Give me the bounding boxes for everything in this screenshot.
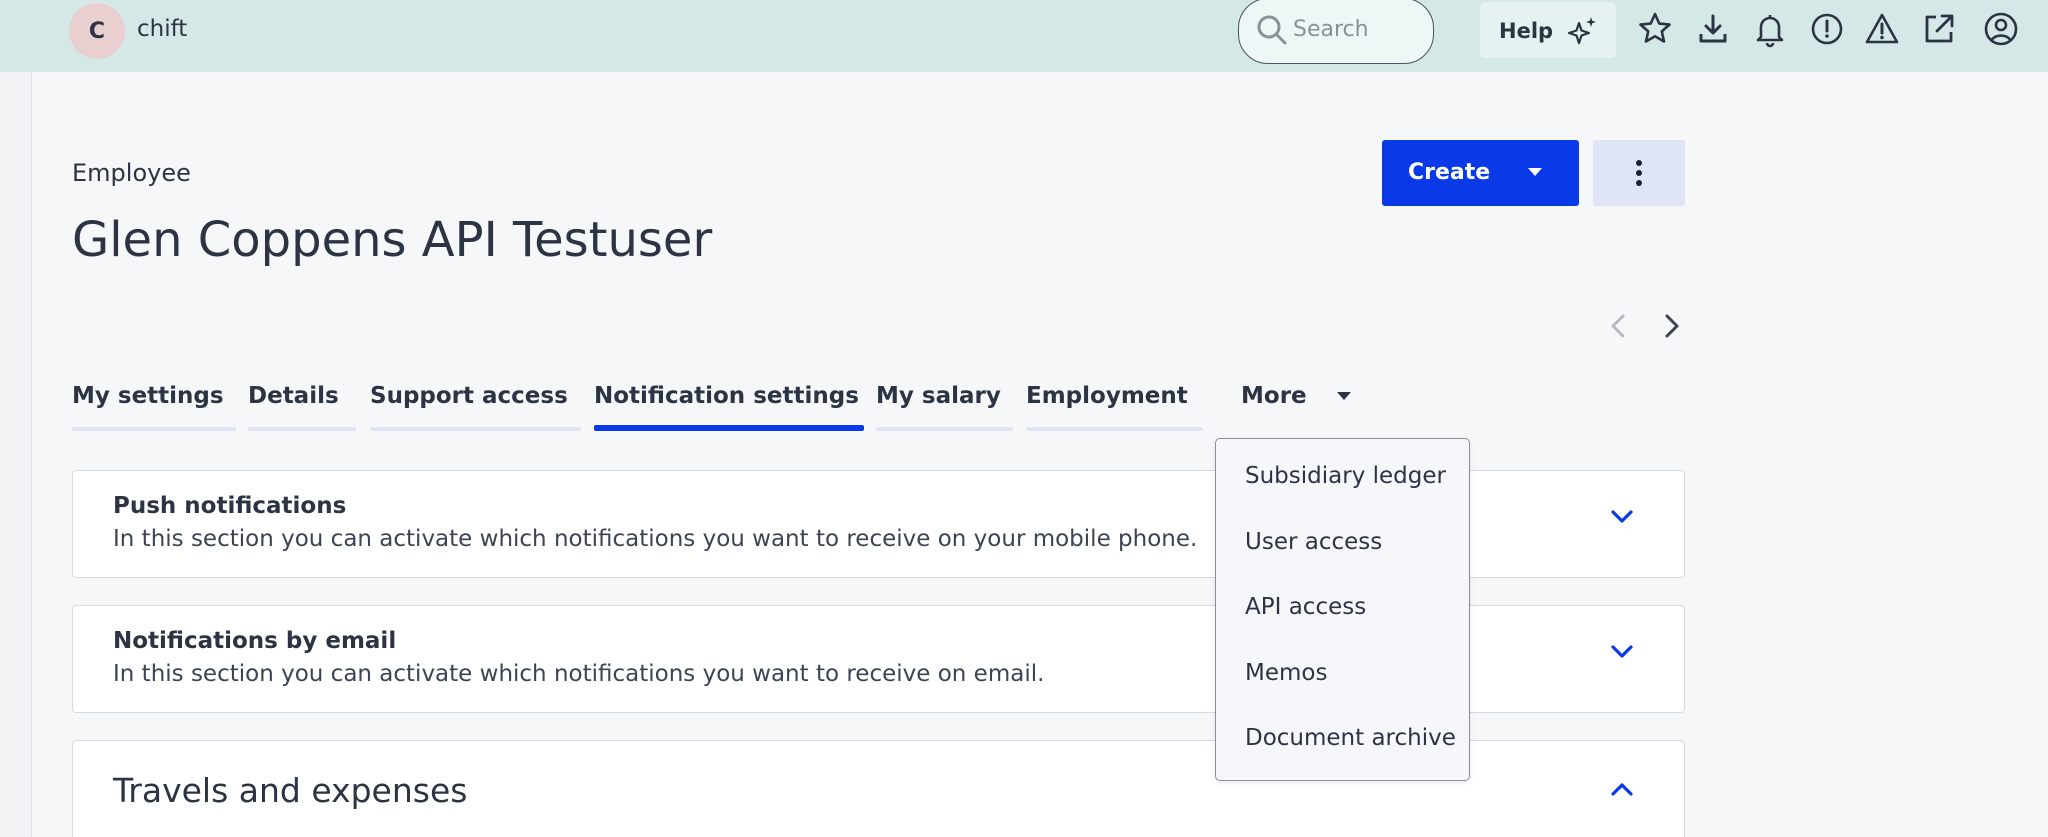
tab-support-access[interactable]: Support access [370, 383, 581, 431]
search-placeholder: Search [1293, 17, 1369, 42]
external-link-icon[interactable] [1920, 10, 1958, 48]
chevron-down-icon[interactable] [1609, 644, 1635, 660]
section-heading: Notifications by email [113, 628, 397, 654]
chevron-down-icon[interactable] [1609, 509, 1635, 525]
section-description: In this section you can activate which n… [113, 526, 1198, 552]
tab-label: My salary [876, 383, 1001, 409]
tab-label: Notification settings [594, 383, 859, 409]
tab-my-salary[interactable]: My salary [876, 383, 1013, 431]
record-type-label: Employee [72, 159, 191, 187]
section-heading: Push notifications [113, 493, 347, 519]
company-avatar[interactable]: C [69, 3, 125, 59]
more-dropdown-menu: Subsidiary ledger User access API access… [1215, 438, 1470, 781]
more-options-button[interactable] [1593, 140, 1685, 206]
user-circle-icon[interactable] [1982, 10, 2020, 48]
next-record-button[interactable] [1655, 308, 1687, 344]
warning-triangle-icon[interactable] [1863, 10, 1901, 48]
alert-circle-icon[interactable] [1808, 10, 1846, 48]
menu-item-document-archive[interactable]: Document archive [1245, 725, 1456, 751]
search-icon [1257, 15, 1287, 45]
help-button[interactable]: Help [1480, 2, 1616, 58]
page-title: Glen Coppens API Testuser [72, 212, 713, 268]
section-description: In this section you can activate which n… [113, 661, 1045, 687]
kebab-menu-icon [1636, 160, 1642, 186]
caret-down-icon [1528, 168, 1542, 176]
left-sidebar-strip [0, 72, 32, 837]
create-button[interactable]: Create [1382, 140, 1579, 206]
tab-my-settings[interactable]: My settings [72, 383, 236, 431]
menu-item-memos[interactable]: Memos [1245, 660, 1327, 686]
tab-label: My settings [72, 383, 224, 409]
chevron-up-icon[interactable] [1609, 781, 1635, 797]
tab-employment[interactable]: Employment [1026, 383, 1202, 431]
tab-details[interactable]: Details [248, 383, 356, 431]
tab-label: More [1241, 383, 1307, 409]
caret-down-icon [1337, 392, 1351, 400]
chevron-right-icon [1665, 314, 1679, 338]
help-label: Help [1499, 19, 1554, 43]
download-icon[interactable] [1694, 10, 1732, 48]
tab-notification-settings[interactable]: Notification settings [594, 383, 864, 431]
tab-more[interactable]: More [1241, 383, 1361, 431]
menu-item-subsidiary-ledger[interactable]: Subsidiary ledger [1245, 463, 1446, 489]
tab-label: Employment [1026, 383, 1188, 409]
create-label: Create [1408, 160, 1491, 185]
search-input[interactable]: Search [1238, 0, 1434, 64]
sparkle-icon [1567, 17, 1596, 45]
previous-record-button[interactable] [1603, 308, 1635, 344]
tab-label: Details [248, 383, 339, 409]
top-bar: C chift Search Help [0, 0, 2048, 72]
bell-icon[interactable] [1751, 10, 1789, 48]
star-icon[interactable] [1636, 10, 1674, 48]
tab-label: Support access [370, 383, 568, 409]
menu-item-user-access[interactable]: User access [1245, 529, 1382, 555]
company-name[interactable]: chift [137, 16, 187, 42]
menu-item-api-access[interactable]: API access [1245, 594, 1366, 620]
section-title: Travels and expenses [113, 771, 468, 810]
chevron-left-icon [1611, 314, 1625, 338]
